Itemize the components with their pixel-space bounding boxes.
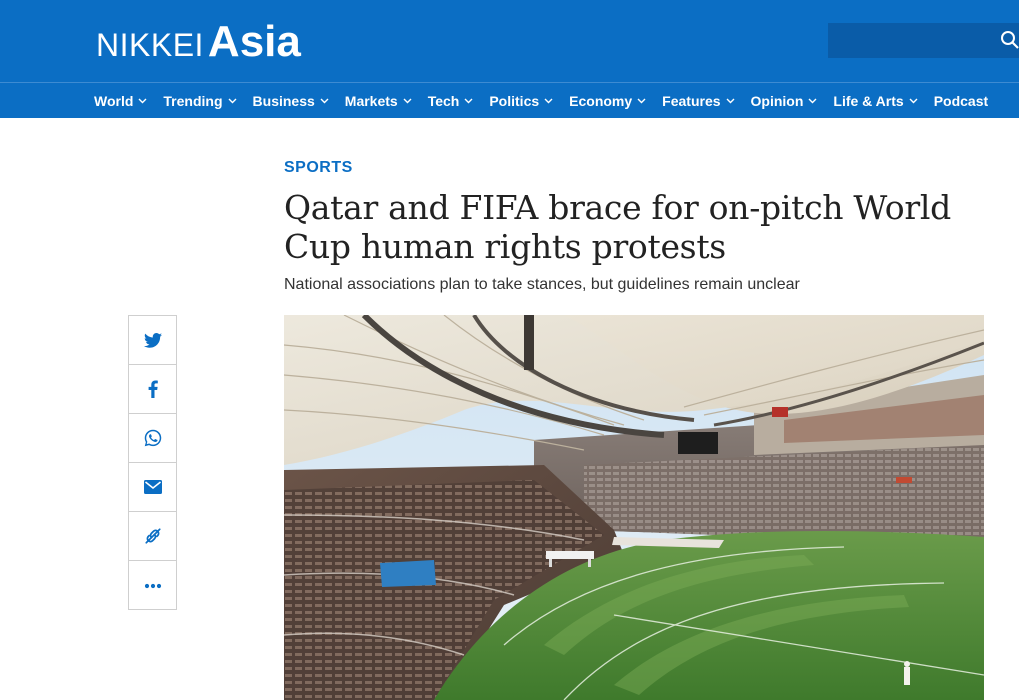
nav-item-business[interactable]: Business <box>253 93 329 109</box>
share-link-button[interactable] <box>129 512 176 561</box>
nav-item-label: Podcast <box>933 92 989 109</box>
stadium-photo <box>284 315 984 700</box>
chevron-down-icon <box>403 98 412 103</box>
chevron-down-icon <box>726 98 735 103</box>
article-subhead: National associations plan to take stanc… <box>284 276 800 293</box>
nav-item-economy[interactable]: Economy <box>569 93 646 109</box>
search-input[interactable] <box>828 23 1019 58</box>
nav-item-politics[interactable]: Politics <box>489 93 553 109</box>
nav-item-label: Business <box>252 92 315 109</box>
facebook-icon <box>148 380 158 398</box>
chevron-down-icon <box>637 98 646 103</box>
nav-item-label: Life & Arts <box>833 92 904 109</box>
article-headline: Qatar and FIFA brace for on-pitch World … <box>284 188 951 266</box>
chevron-down-icon <box>909 98 918 103</box>
whatsapp-icon <box>144 429 161 447</box>
nav-item-label: Features <box>662 92 721 109</box>
search-icon[interactable] <box>999 29 1019 51</box>
nav-item-features[interactable]: Features <box>662 92 735 109</box>
link-icon <box>144 528 161 544</box>
chevron-down-icon <box>464 98 473 103</box>
share-facebook-button[interactable] <box>129 365 176 414</box>
logo-nikkei-text: NIKKEI <box>96 27 204 63</box>
logo-asia-text: Asia <box>207 17 301 66</box>
nikkei-asia-logo[interactable]: NIKKEI Asia <box>96 18 301 66</box>
main-nav: World Trending Business Markets Tech Politics… <box>0 82 1019 118</box>
share-twitter-button[interactable] <box>129 316 176 365</box>
chevron-down-icon <box>320 98 329 103</box>
nav-item-label: Economy <box>569 92 633 109</box>
nav-item-opinion[interactable]: Opinion <box>751 93 818 109</box>
nav-item-label: Trending <box>163 92 223 109</box>
nav-item-label: Markets <box>344 92 398 109</box>
share-whatsapp-button[interactable] <box>129 414 176 463</box>
nav-item-podcast[interactable]: Podcast <box>934 93 988 109</box>
share-more-button[interactable] <box>129 561 176 610</box>
share-bar <box>128 315 177 610</box>
chevron-down-icon <box>138 98 147 103</box>
email-icon <box>143 480 162 494</box>
section-label-sports[interactable]: SPORTS <box>284 159 353 177</box>
nav-item-world[interactable]: World <box>94 93 147 109</box>
nav-item-label: Tech <box>427 92 460 109</box>
nav-item-tech[interactable]: Tech <box>428 93 474 109</box>
nav-item-markets[interactable]: Markets <box>345 93 412 109</box>
article-hero-image <box>284 315 984 700</box>
share-email-button[interactable] <box>129 463 176 512</box>
chevron-down-icon <box>544 98 553 103</box>
site-header: NIKKEI Asia <box>0 0 1019 82</box>
nav-item-life-arts[interactable]: Life & Arts <box>833 92 918 109</box>
nav-item-label: Politics <box>489 92 540 109</box>
nav-item-label: World <box>94 92 134 109</box>
nav-item-trending[interactable]: Trending <box>163 92 237 109</box>
chevron-down-icon <box>808 98 817 103</box>
nav-item-label: Opinion <box>750 92 804 109</box>
chevron-down-icon <box>228 98 237 103</box>
twitter-icon <box>143 332 162 348</box>
more-icon <box>144 583 161 588</box>
